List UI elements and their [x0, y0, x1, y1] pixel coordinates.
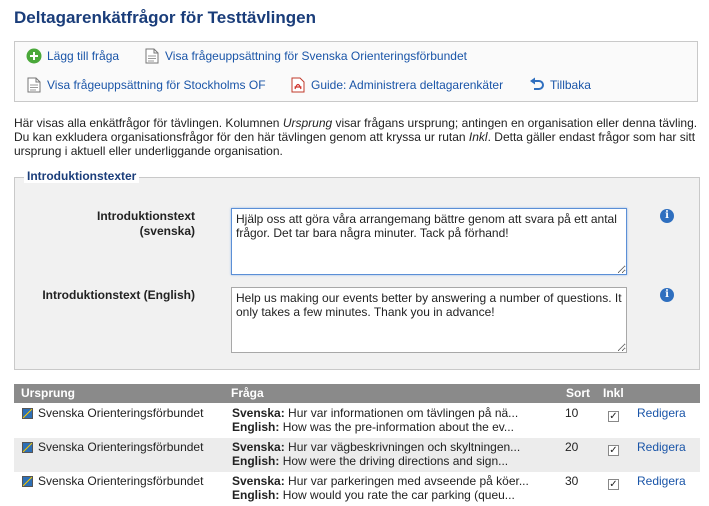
question-sv-text: Hur var vägbeskrivningen och skyltningen…: [288, 440, 521, 454]
question-sv-text: Hur var informationen om tävlingen på nä…: [288, 406, 519, 420]
guide-link[interactable]: Guide: Administrera deltagarenkäter: [290, 77, 503, 93]
include-checkbox[interactable]: ✓: [608, 411, 619, 422]
en-prefix: English:: [232, 488, 280, 502]
col-incl: Inkl: [603, 386, 624, 400]
include-checkbox[interactable]: ✓: [608, 479, 619, 490]
question-en-text: How were the driving directions and sign…: [282, 454, 509, 468]
col-sort: Sort: [566, 386, 590, 400]
back-link[interactable]: Tillbaka: [529, 77, 591, 93]
intro-text-1: Här visas alla enkätfrågor för tävlingen…: [14, 116, 283, 130]
info-icon[interactable]: i: [660, 209, 674, 223]
row-origin: Svenska Orienteringsförbundet: [38, 440, 204, 454]
document-icon: [144, 48, 160, 64]
intro-em-incl: Inkl: [468, 130, 488, 144]
row-sort: 10: [565, 406, 579, 420]
row-origin: Svenska Orienteringsförbundet: [38, 474, 204, 488]
view-stockholm-questions-label: Visa frågeuppsättning för Stockholms OF: [47, 78, 266, 92]
undo-arrow-icon: [529, 77, 545, 93]
row-question-sv: Svenska: Hur var vägbeskrivningen och sk…: [232, 440, 520, 455]
row-question-sv: Svenska: Hur var informationen om tävlin…: [232, 406, 518, 421]
document-icon: [26, 77, 42, 93]
view-sof-questions-label: Visa frågeuppsättning för Svenska Orient…: [165, 49, 467, 63]
sv-prefix: Svenska:: [232, 474, 285, 488]
question-en-text: How was the pre-information about the ev…: [282, 420, 514, 434]
edit-link[interactable]: Redigera: [637, 406, 686, 421]
row-question-sv: Svenska: Hur var parkeringen med avseend…: [232, 474, 529, 489]
row-origin: Svenska Orienteringsförbundet: [38, 406, 204, 420]
flag-icon: [22, 408, 33, 419]
page-title: Deltagarenkätfrågor för Testtävlingen: [14, 8, 316, 27]
intro-sv-label-line2: (svenska): [139, 224, 195, 238]
back-label: Tillbaka: [550, 78, 591, 92]
flag-icon: [22, 442, 33, 453]
sv-prefix: Svenska:: [232, 440, 285, 454]
pdf-icon: [290, 77, 306, 93]
row-question-en: English: How were the driving directions…: [232, 454, 508, 469]
view-stockholm-questions-link[interactable]: Visa frågeuppsättning för Stockholms OF: [26, 77, 266, 93]
intro-description: Här visas alla enkätfrågor för tävlingen…: [14, 116, 700, 158]
table-row: Svenska Orienteringsförbundet Svenska: H…: [14, 438, 700, 472]
guide-label: Guide: Administrera deltagarenkäter: [311, 78, 504, 92]
row-sort: 30: [565, 474, 579, 488]
row-sort: 20: [565, 440, 579, 454]
intro-sv-label-line1: Introduktionstext: [97, 209, 195, 223]
col-question: Fråga: [231, 386, 264, 400]
view-sof-questions-link[interactable]: Visa frågeuppsättning för Svenska Orient…: [144, 48, 467, 64]
add-question-button[interactable]: Lägg till fråga: [26, 48, 119, 64]
question-sv-text: Hur var parkeringen med avseende på köer…: [288, 474, 529, 488]
row-question-en: English: How would you rate the car park…: [232, 488, 515, 503]
intro-en-textarea[interactable]: Help us making our events better by answ…: [231, 287, 627, 353]
en-prefix: English:: [232, 420, 280, 434]
edit-link[interactable]: Redigera: [637, 474, 686, 489]
table-row: Svenska Orienteringsförbundet Svenska: H…: [14, 404, 700, 438]
intro-texts-legend: Introduktionstexter: [24, 169, 140, 183]
edit-link[interactable]: Redigera: [637, 440, 686, 455]
flag-icon: [22, 476, 33, 487]
intro-en-label: Introduktionstext (English): [42, 288, 195, 302]
question-en-text: How would you rate the car parking (queu…: [282, 488, 515, 502]
intro-em-origin: Ursprung: [282, 116, 333, 130]
intro-sv-label: Introduktionstext (svenska): [40, 209, 195, 239]
intro-sv-textarea[interactable]: Hjälp oss att göra våra arrangemang bätt…: [231, 208, 627, 275]
row-question-en: English: How was the pre-information abo…: [232, 420, 514, 435]
include-checkbox[interactable]: ✓: [608, 445, 619, 456]
add-icon: [26, 48, 42, 64]
info-icon[interactable]: i: [660, 288, 674, 302]
table-row: Svenska Orienteringsförbundet Svenska: H…: [14, 472, 700, 506]
add-question-label: Lägg till fråga: [47, 49, 120, 63]
questions-table-header: Ursprung Fråga Sort Inkl: [14, 384, 700, 403]
sv-prefix: Svenska:: [232, 406, 285, 420]
col-origin: Ursprung: [21, 386, 75, 400]
en-prefix: English:: [232, 454, 280, 468]
